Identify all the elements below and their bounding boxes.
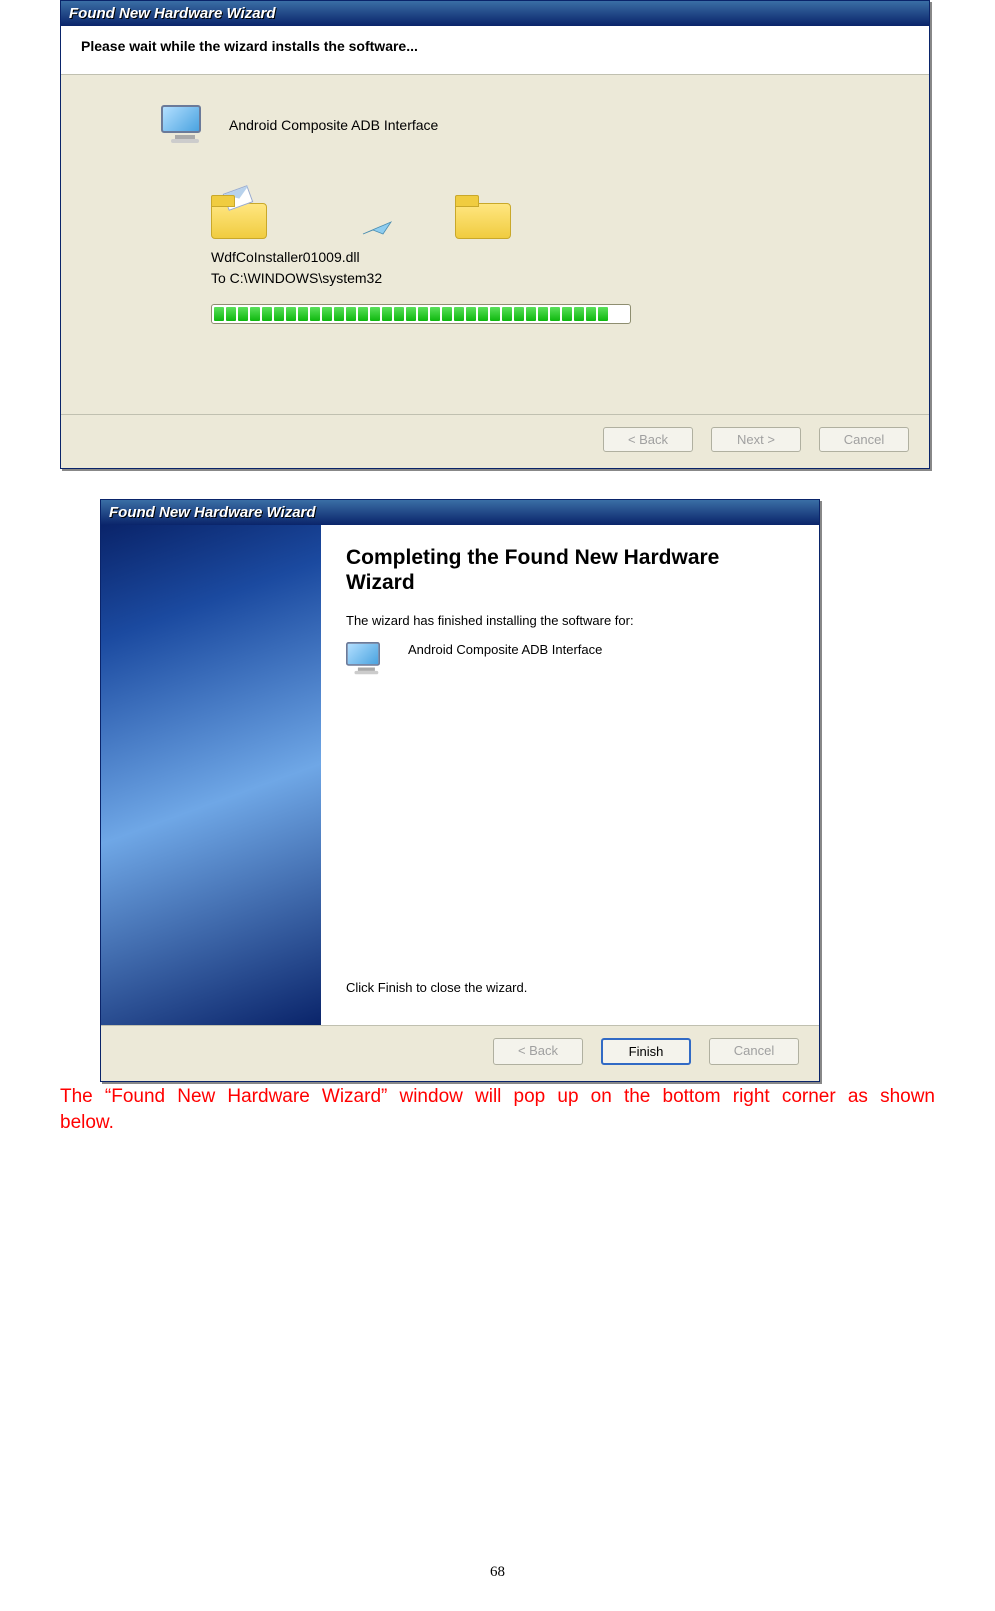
file-copy-row [211,195,889,237]
back-button[interactable]: < Back [603,427,693,452]
dest-folder-icon [455,195,509,237]
flying-file-icon [361,220,397,238]
back-button[interactable]: < Back [493,1038,583,1065]
close-wizard-text: Click Finish to close the wizard. [346,980,789,995]
wizard-install-dialog: Found New Hardware Wizard Please wait wh… [60,0,930,469]
caption-text: The “Found New Hardware Wizard” window w… [60,1084,935,1135]
complete-subtext: The wizard has finished installing the s… [346,613,789,628]
complete-device-name: Android Composite ADB Interface [408,642,602,657]
filename-label: WdfCoInstaller01009.dll [211,247,889,268]
wizard-side-panel [101,525,321,1025]
install-subheader-text: Please wait while the wizard installs th… [81,38,418,54]
complete-device-row: Android Composite ADB Interface [346,642,789,682]
page-number: 68 [0,1564,995,1581]
monitor-icon [161,105,209,145]
source-folder-icon [211,195,265,237]
titlebar-install: Found New Hardware Wizard [61,1,929,26]
wizard-complete-dialog: Found New Hardware Wizard Completing the… [100,499,820,1082]
titlebar-complete: Found New Hardware Wizard [101,500,819,525]
button-row-complete: < Back Finish Cancel [101,1025,819,1081]
monitor-icon [346,642,387,676]
complete-body: Completing the Found New Hardware Wizard… [101,525,819,1025]
install-body: Android Composite ADB Interface WdfCoIns… [61,74,929,414]
wizard-right-pane: Completing the Found New Hardware Wizard… [321,525,819,1025]
complete-heading: Completing the Found New Hardware Wizard [346,545,789,595]
next-button[interactable]: Next > [711,427,801,452]
destination-label: To C:\WINDOWS\system32 [211,268,889,289]
file-lines: WdfCoInstaller01009.dll To C:\WINDOWS\sy… [211,247,889,289]
cancel-button[interactable]: Cancel [819,427,909,452]
titlebar-complete-text: Found New Hardware Wizard [109,504,316,521]
button-row-install: < Back Next > Cancel [61,414,929,468]
progress-bar [211,304,631,324]
device-row: Android Composite ADB Interface [161,105,889,145]
install-subheader: Please wait while the wizard installs th… [61,26,929,74]
titlebar-text: Found New Hardware Wizard [69,5,276,22]
device-name-label: Android Composite ADB Interface [229,117,438,133]
finish-button[interactable]: Finish [601,1038,691,1065]
cancel-button[interactable]: Cancel [709,1038,799,1065]
